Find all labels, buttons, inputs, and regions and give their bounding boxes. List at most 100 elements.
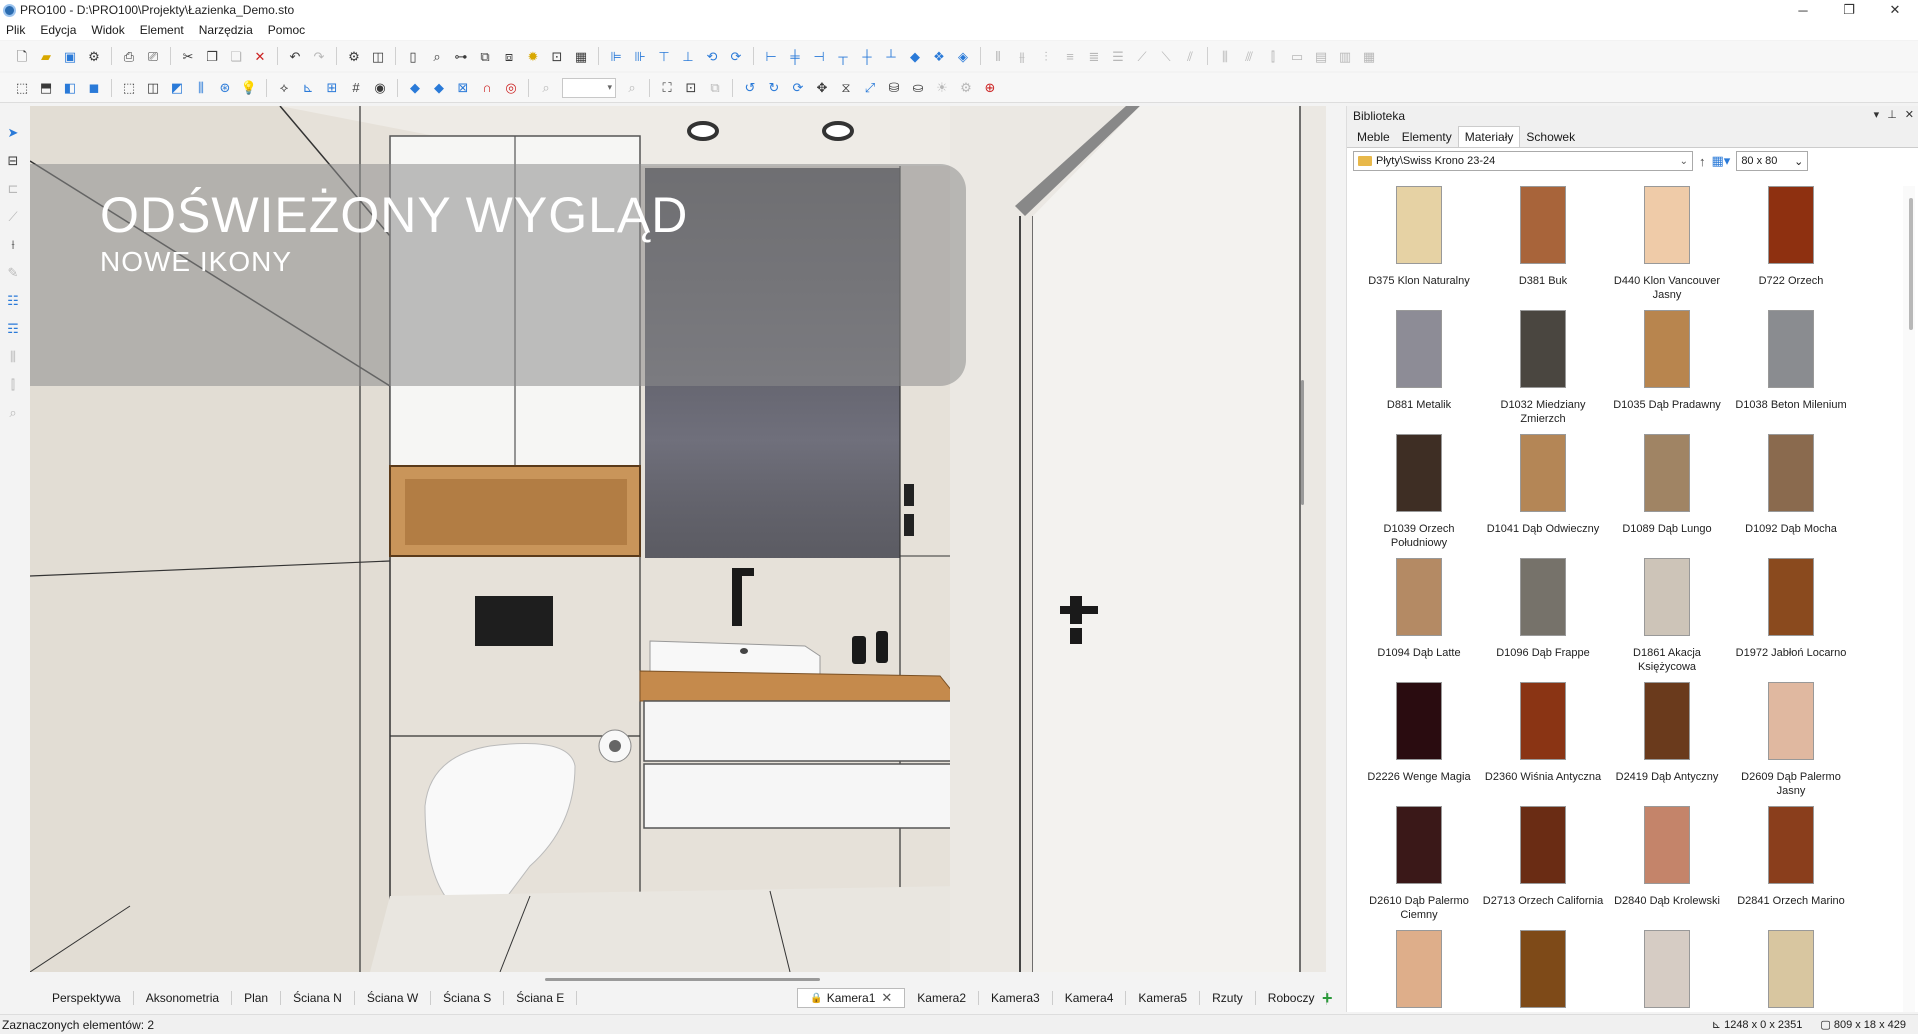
material-item[interactable]: D440 Klon Vancouver Jasny	[1605, 186, 1729, 302]
viewport-horizontal-scrollbar[interactable]	[545, 978, 820, 981]
columns-icon[interactable]: ⫿	[5, 376, 21, 392]
rotate-icon[interactable]: ⟳	[790, 80, 806, 96]
rotate-right-icon[interactable]: ↻	[766, 80, 782, 96]
gear-small-icon[interactable]: ⚙	[958, 80, 974, 96]
magnet-icon[interactable]: ∩	[479, 80, 495, 96]
material-item[interactable]: D2841 Orzech Marino	[1729, 806, 1853, 908]
open-folder-icon[interactable]: ▰	[38, 48, 54, 64]
tab-sciana-s[interactable]: Ściana S	[431, 991, 505, 1005]
orbit-icon[interactable]: ⊛	[217, 80, 233, 96]
edit-board-icon[interactable]: ⊏	[5, 180, 21, 196]
distribute-bottom-icon[interactable]: ┴	[883, 48, 899, 64]
zoom-select[interactable]: ▾	[562, 77, 616, 98]
material-item[interactable]: D1096 Dąb Frappe	[1481, 558, 1605, 660]
equal-width-icon[interactable]: ⫼	[1217, 48, 1233, 64]
material-item[interactable]: D1035 Dąb Pradawny	[1605, 310, 1729, 412]
minimize-button[interactable]: ─	[1780, 0, 1826, 20]
menu-edycja[interactable]: Edycja	[40, 23, 76, 37]
distribute-left-icon[interactable]: ⊢	[763, 48, 779, 64]
grid-icon[interactable]: #	[348, 80, 364, 96]
tilt-center-icon[interactable]: ⟍	[1158, 48, 1174, 64]
tab-sciana-e[interactable]: Ściana E	[504, 991, 578, 1005]
view-solid-icon[interactable]: ◧	[62, 80, 78, 96]
texture-icon[interactable]: ⫼	[193, 80, 209, 96]
material-item[interactable]: D1041 Dąb Odwieczny	[1481, 434, 1605, 536]
zoom-select-icon[interactable]: ⊡	[683, 80, 699, 96]
panel-close-icon[interactable]: ✕	[1905, 108, 1914, 121]
maximize-button[interactable]: ❐	[1826, 0, 1872, 20]
align-left-icon[interactable]: ⊫	[608, 48, 624, 64]
distribute-right-icon[interactable]: ⊣	[811, 48, 827, 64]
page-icon[interactable]: ▯	[405, 48, 421, 64]
material-item[interactable]: D381 Buk	[1481, 186, 1605, 288]
tab-schowek[interactable]: Schowek	[1520, 127, 1581, 147]
tilt-left-icon[interactable]: ⟋	[1134, 48, 1150, 64]
material-item[interactable]	[1729, 930, 1853, 1018]
walk-icon[interactable]: ⛁	[886, 80, 902, 96]
tab-kamera5[interactable]: Kamera5	[1126, 991, 1201, 1005]
tab-kamera2[interactable]: Kamera2	[905, 991, 979, 1005]
view-front-icon[interactable]: ⬚	[14, 80, 30, 96]
group-icon[interactable]: ⧉	[477, 48, 493, 64]
distribute-top-icon[interactable]: ┬	[835, 48, 851, 64]
material-item[interactable]: D2610 Dąb Palermo Ciemny	[1357, 806, 1481, 922]
distribute-middle-icon[interactable]: ┼	[859, 48, 875, 64]
search-icon[interactable]: ⌕	[429, 48, 445, 64]
zoom-fit-icon[interactable]: ⛶	[659, 80, 675, 96]
tab-kamera4[interactable]: Kamera4	[1053, 991, 1127, 1005]
rotate-left-icon[interactable]: ↺	[742, 80, 758, 96]
material-item[interactable]: D1089 Dąb Lungo	[1605, 434, 1729, 536]
crosshair-icon[interactable]: ⊕	[982, 80, 998, 96]
light-icon[interactable]: ✹	[525, 48, 541, 64]
tab-kamera3[interactable]: Kamera3	[979, 991, 1053, 1005]
sun-icon[interactable]: ☀	[934, 80, 950, 96]
close-button[interactable]: ✕	[1872, 0, 1918, 20]
align-top-icon[interactable]: ⊤	[656, 48, 672, 64]
thumb-size-select[interactable]: 80 x 80 ⌄	[1736, 151, 1809, 171]
tab-materialy[interactable]: Materiały	[1457, 126, 1521, 147]
cut-board-icon[interactable]: ⟋	[5, 208, 21, 224]
insert-board-icon[interactable]: ⊟	[5, 152, 21, 168]
shelf-icon[interactable]: ☷	[5, 292, 21, 308]
divider-icon[interactable]: ⫼	[5, 348, 21, 364]
print-icon[interactable]: ⎙	[121, 48, 137, 64]
redo-icon[interactable]: ↷	[311, 48, 327, 64]
price-icon[interactable]: ⊡	[549, 48, 565, 64]
menu-widok[interactable]: Widok	[91, 23, 124, 37]
snap-mid-icon[interactable]: ◆	[431, 80, 447, 96]
settings-icon[interactable]: ⚙	[86, 48, 102, 64]
tab-roboczy[interactable]: Roboczy	[1256, 991, 1328, 1005]
undo-icon[interactable]: ↶	[287, 48, 303, 64]
brush-icon[interactable]: ✎	[5, 264, 21, 280]
viewport-vertical-scrollbar[interactable]	[1301, 380, 1304, 505]
frame-grid-icon[interactable]: ▦	[1361, 48, 1377, 64]
material-item[interactable]: D1861 Akacja Księżycowa	[1605, 558, 1729, 674]
zoom-tool-icon[interactable]: ⌕	[5, 404, 21, 420]
material-item[interactable]: D2713 Orzech California	[1481, 806, 1605, 908]
hidden-line-icon[interactable]: ◫	[145, 80, 161, 96]
material-item[interactable]: D722 Orzech	[1729, 186, 1853, 288]
distribute-center-icon[interactable]: ╪	[787, 48, 803, 64]
material-item[interactable]: D2609 Dąb Palermo Jasny	[1729, 682, 1853, 798]
align-bottom-icon[interactable]: ⊥	[680, 48, 696, 64]
tab-aksonometria[interactable]: Aksonometria	[134, 991, 233, 1005]
library-scrollbar[interactable]	[1909, 198, 1913, 330]
material-item[interactable]: D1032 Miedziany Zmierzch	[1481, 310, 1605, 426]
material-item[interactable]: D2419 Dąb Antyczny	[1605, 682, 1729, 784]
delete-icon[interactable]: ✕	[252, 48, 268, 64]
fly-icon[interactable]: ⛀	[910, 80, 926, 96]
mirror-icon[interactable]: ⧖	[838, 80, 854, 96]
print-preview-icon[interactable]: ⎚	[145, 48, 161, 64]
calculator-icon[interactable]: ▦	[573, 48, 589, 64]
move-icon[interactable]: ✥	[814, 80, 830, 96]
material-item[interactable]: D2840 Dąb Krolewski	[1605, 806, 1729, 908]
cut-icon[interactable]: ✂	[180, 48, 196, 64]
equal-depth-icon[interactable]: ⫿	[1265, 48, 1281, 64]
lamp-icon[interactable]: 💡	[241, 80, 257, 96]
tab-sciana-n[interactable]: Ściana N	[281, 991, 355, 1005]
material-item[interactable]: D375 Klon Naturalny	[1357, 186, 1481, 288]
material-item[interactable]: D2226 Wenge Magia	[1357, 682, 1481, 784]
material-item[interactable]	[1357, 930, 1481, 1018]
save-icon[interactable]: ▣	[62, 48, 78, 64]
zoom-in-icon[interactable]: ⌕	[624, 80, 640, 96]
